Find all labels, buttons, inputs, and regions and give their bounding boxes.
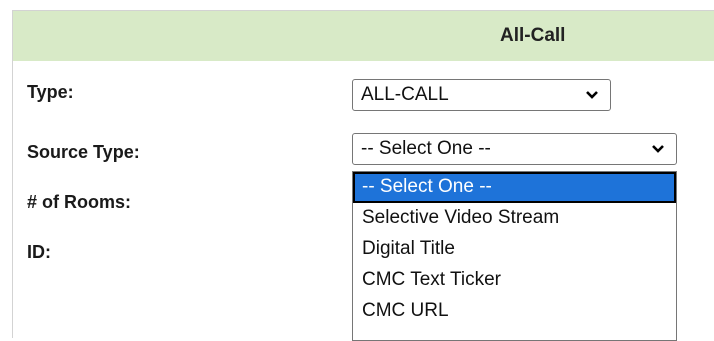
option-digital-title[interactable]: Digital Title <box>353 234 676 265</box>
all-call-form-panel: All-Call Type: ALL-CALL Source Type: -- … <box>12 10 714 341</box>
source-type-select-value: -- Select One -- <box>361 138 491 159</box>
source-type-dropdown-list: -- Select One -- Selective Video Stream … <box>352 171 677 341</box>
source-type-select[interactable]: -- Select One -- <box>352 133 677 165</box>
form-title: All-Call <box>500 25 566 46</box>
form-header: All-Call <box>13 11 714 61</box>
chevron-down-icon <box>586 91 598 99</box>
source-type-label: Source Type: <box>27 142 140 162</box>
id-label: ID: <box>27 242 51 262</box>
option-select-one[interactable]: -- Select One -- <box>353 172 676 203</box>
type-label: Type: <box>27 82 74 102</box>
chevron-down-icon <box>652 145 664 153</box>
option-cmc-url[interactable]: CMC URL <box>353 296 676 327</box>
type-select[interactable]: ALL-CALL <box>352 79 611 111</box>
type-select-value: ALL-CALL <box>361 84 449 105</box>
option-selective-video-stream[interactable]: Selective Video Stream <box>353 203 676 234</box>
rooms-label: # of Rooms: <box>27 192 132 212</box>
option-cmc-text-ticker[interactable]: CMC Text Ticker <box>353 265 676 296</box>
